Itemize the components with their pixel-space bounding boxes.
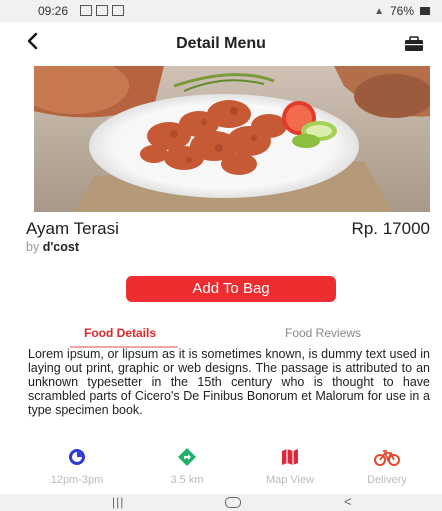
battery-percent: 76% [389,4,414,18]
signal-icon: ▲ [374,5,384,17]
clock-icon [69,449,85,465]
status-bar: 09:26 ▲ 76% [0,0,442,22]
message-icon [112,5,124,16]
tab-food-details[interactable]: Food Details [84,326,156,340]
recent-apps-button[interactable]: ||| [112,495,124,509]
food-image [34,66,430,212]
app-header: Detail Menu [0,22,442,66]
feature-hours-label: 12pm-3pm [50,474,104,486]
item-vendor: by d'cost [26,240,79,254]
battery-icon [420,7,430,15]
feature-distance-label: 3.5 km [170,474,204,486]
tab-food-reviews[interactable]: Food Reviews [285,326,361,340]
feature-delivery-label: Delivery [367,474,407,486]
add-to-bag-button[interactable]: Add To Bag [126,276,336,302]
feature-hours[interactable]: 12pm-3pm [42,448,112,486]
vendor-prefix: by [26,240,40,254]
food-description: Lorem ipsum, or lipsum as it is sometime… [28,347,430,417]
system-back-button[interactable]: < [344,494,352,509]
image-icon [96,5,108,16]
status-right: ▲ 76% [374,4,430,18]
feature-map-view-label: Map View [265,474,315,486]
food-photo [34,66,430,212]
vendor-name: d'cost [42,240,79,254]
bag-icon [405,36,423,51]
feature-distance[interactable]: 3.5 km [152,448,222,486]
bag-button[interactable] [404,36,423,52]
status-time: 09:26 [38,4,69,18]
detail-tabs: Food Details Food Reviews [0,322,442,350]
home-button[interactable] [225,497,241,508]
bicycle-icon [374,450,400,466]
map-icon [282,449,298,465]
item-name: Ayam Terasi [26,219,119,238]
system-nav-bar: ||| < [0,494,442,511]
notification-icons [80,5,124,16]
item-price: Rp. 17000 [351,219,430,238]
feature-delivery[interactable]: Delivery [352,448,422,486]
feature-map-view[interactable]: Map View [250,448,330,486]
notification-icon [80,5,92,16]
directions-icon [178,448,196,466]
page-title: Detail Menu [176,35,266,52]
